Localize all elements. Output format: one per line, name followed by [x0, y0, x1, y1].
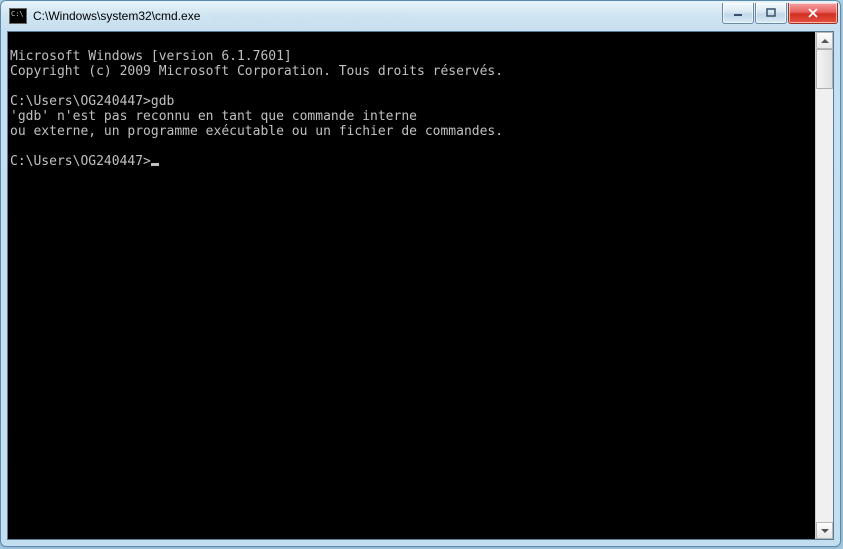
minimize-icon [733, 8, 743, 18]
window-controls [721, 3, 838, 23]
vertical-scrollbar[interactable] [815, 32, 833, 539]
minimize-button[interactable] [722, 3, 754, 24]
titlebar[interactable]: C:\Windows\system32\cmd.exe [1, 1, 840, 31]
cmd-window: C:\Windows\system32\cmd.exe Microsoft Wi… [0, 0, 841, 547]
output-line: Copyright (c) 2009 Microsoft Corporation… [10, 64, 503, 79]
scroll-thumb[interactable] [816, 49, 833, 89]
scroll-down-button[interactable] [816, 522, 833, 539]
output-line: Microsoft Windows [version 6.1.7601] [10, 49, 292, 64]
scroll-up-button[interactable] [816, 32, 833, 49]
close-icon [807, 8, 819, 18]
cmd-icon [9, 8, 27, 24]
close-button[interactable] [788, 3, 838, 24]
cursor [151, 163, 159, 166]
scroll-track[interactable] [816, 49, 833, 522]
chevron-up-icon [821, 39, 829, 43]
output-line: 'gdb' n'est pas reconnu en tant que comm… [10, 109, 417, 124]
window-title: C:\Windows\system32\cmd.exe [33, 9, 721, 23]
maximize-icon [766, 8, 776, 18]
output-line: ou externe, un programme exécutable ou u… [10, 124, 503, 139]
maximize-button[interactable] [755, 3, 787, 24]
prompt-line: C:\Users\OG240447>gdb [10, 94, 174, 109]
client-area: Microsoft Windows [version 6.1.7601] Cop… [7, 31, 834, 540]
prompt-line: C:\Users\OG240447> [10, 154, 159, 169]
console-output[interactable]: Microsoft Windows [version 6.1.7601] Cop… [8, 32, 815, 539]
chevron-down-icon [821, 529, 829, 533]
